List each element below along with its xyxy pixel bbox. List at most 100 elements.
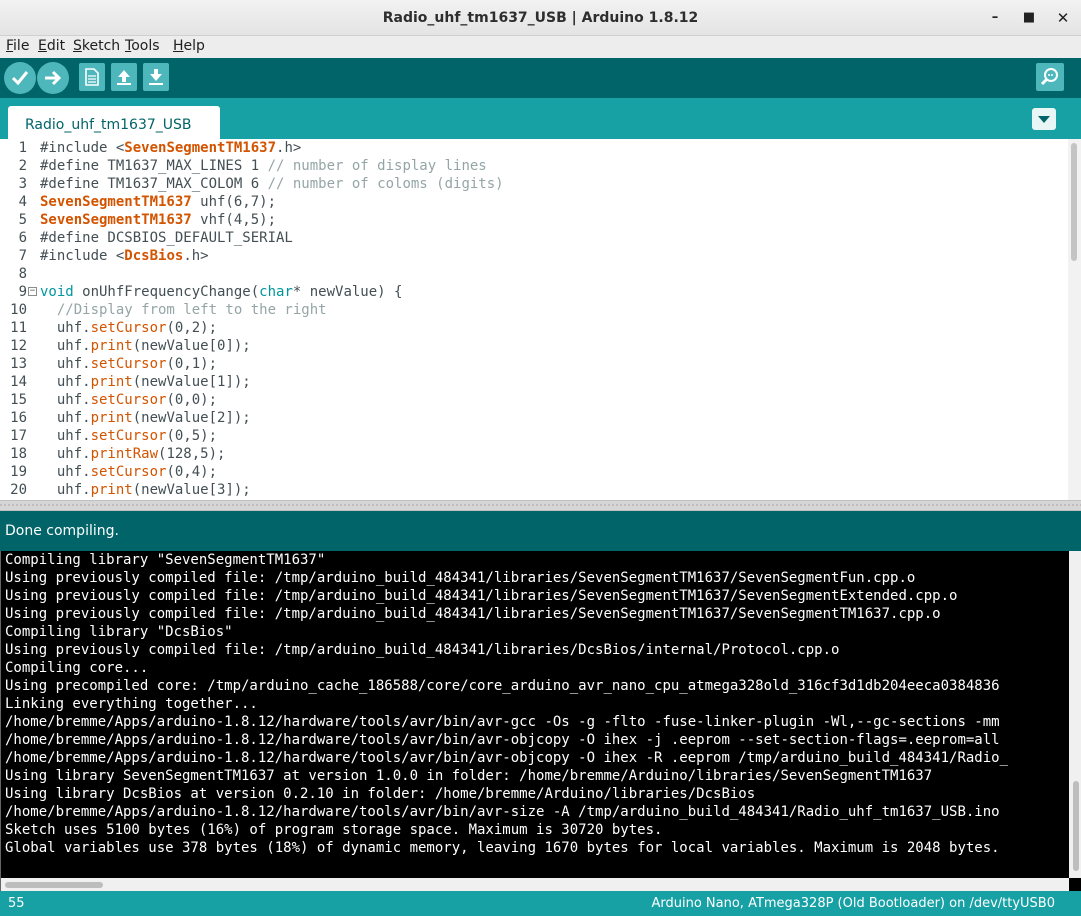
console-line: Using previously compiled file: /tmp/ard… xyxy=(5,606,941,622)
menu-help[interactable]: Help xyxy=(173,38,205,54)
menu-tools[interactable]: Tools xyxy=(125,38,160,54)
console-line: Compiling library "DcsBios" xyxy=(5,624,233,640)
console-line: Linking everything together... xyxy=(5,696,258,712)
console-line: Compiling core... xyxy=(5,660,149,676)
console-line: Global variables use 378 bytes (18%) of … xyxy=(5,840,1000,856)
title-bar: Radio_uhf_tm1637_USB | Arduino 1.8.12 – … xyxy=(0,0,1081,36)
editor-console-splitter[interactable] xyxy=(0,500,1081,511)
code-line[interactable]: 6 #define DCSBIOS_DEFAULT_SERIAL xyxy=(0,229,1068,247)
line-number: 12 xyxy=(10,338,27,354)
verify-button[interactable] xyxy=(4,62,36,94)
menu-file[interactable]: File xyxy=(6,38,29,54)
code-text: uhf.print(newValue[0]); xyxy=(40,338,251,354)
code-text: //Display from left to the right xyxy=(56,302,327,318)
upload-button[interactable] xyxy=(37,62,69,94)
line-number: 10 xyxy=(10,302,27,318)
code-text: #define DCSBIOS_DEFAULT_SERIAL xyxy=(40,230,293,246)
splitter-grip xyxy=(0,504,1081,506)
code-line[interactable]: 14 uhf.print(newValue[1]); xyxy=(0,373,1068,391)
line-number: 14 xyxy=(10,374,27,390)
line-number: 15 xyxy=(10,392,27,408)
serial-monitor-icon xyxy=(1040,68,1058,86)
new-sketch-icon xyxy=(85,68,99,86)
code-text: void onUhfFrequencyChange(char* newValue… xyxy=(40,284,403,300)
line-number: 5 xyxy=(18,212,27,228)
tab-radio-uhf-tm1637-usb[interactable]: Radio_uhf_tm1637_USB xyxy=(8,106,220,139)
tab-menu-dropdown-icon[interactable] xyxy=(1032,108,1056,130)
code-line[interactable]: 18 uhf.printRaw(128,5); xyxy=(0,445,1068,463)
line-number: 11 xyxy=(10,320,27,336)
code-line[interactable]: 19 uhf.setCursor(0,4); xyxy=(0,463,1068,481)
line-number: 1 xyxy=(18,140,27,156)
open-button[interactable] xyxy=(111,63,137,91)
code-line[interactable]: 20 uhf.print(newValue[3]); xyxy=(0,481,1068,499)
console-line: Using library SevenSegmentTM1637 at vers… xyxy=(5,768,933,784)
code-line[interactable]: 4 SevenSegmentTM1637 uhf(6,7); xyxy=(0,193,1068,211)
console-vertical-scrollbar[interactable] xyxy=(1069,551,1081,878)
code-editor[interactable]: 1 #include <SevenSegmentTM1637.h> 2 #define… xyxy=(0,139,1081,500)
status-message: Done compiling. xyxy=(5,523,119,539)
upload-icon xyxy=(45,70,62,86)
code-line[interactable]: 2 #define TM1637_MAX_LINES 1 // number of… xyxy=(0,157,1068,175)
console-line: Using precompiled core: /tmp/arduino_cac… xyxy=(5,678,1000,694)
code-line[interactable]: 11 uhf.setCursor(0,2); xyxy=(0,319,1068,337)
menu-sketch[interactable]: Sketch xyxy=(73,38,120,54)
code-text: uhf.setCursor(0,1); xyxy=(40,356,218,372)
code-line[interactable]: 16 uhf.print(newValue[2]); xyxy=(0,409,1068,427)
code-line[interactable]: 13 uhf.setCursor(0,1); xyxy=(0,355,1068,373)
code-line[interactable]: 3 #define TM1637_MAX_COLOM 6 // number of… xyxy=(0,175,1068,193)
line-number: 18 xyxy=(10,446,27,462)
code-line[interactable]: 9− void onUhfFrequencyChange(char* newVal… xyxy=(0,283,1068,301)
code-text: uhf.setCursor(0,5); xyxy=(40,428,218,444)
code-text: SevenSegmentTM1637 uhf(6,7); xyxy=(40,194,277,210)
code-line[interactable]: 7 #include <DcsBios.h> xyxy=(0,247,1068,265)
code-line[interactable]: 12 uhf.print(newValue[0]); xyxy=(0,337,1068,355)
console-hscroll-thumb[interactable] xyxy=(5,882,103,888)
line-number: 17 xyxy=(10,428,27,444)
code-text: uhf.setCursor(0,2); xyxy=(40,320,218,336)
line-number: 16 xyxy=(10,410,27,426)
new-sketch-button[interactable] xyxy=(79,63,105,91)
serial-monitor-button[interactable] xyxy=(1036,63,1064,91)
code-text: uhf.print(newValue[3]); xyxy=(40,482,251,498)
code-text: SevenSegmentTM1637 vhf(4,5); xyxy=(40,212,277,228)
maximize-button[interactable]: ■ xyxy=(1016,6,1042,30)
toolbar xyxy=(0,58,1081,98)
board-port-info: Arduino Nano, ATmega328P (Old Bootloader… xyxy=(651,896,1055,911)
minimize-button[interactable]: – xyxy=(982,6,1008,30)
line-number: 7 xyxy=(18,248,27,264)
code-line[interactable]: 1 #include <SevenSegmentTM1637.h> xyxy=(0,139,1068,157)
verify-icon xyxy=(11,71,29,86)
line-number: 20 xyxy=(10,482,27,498)
console-line: Compiling library "SevenSegmentTM1637" xyxy=(5,552,326,568)
save-button[interactable] xyxy=(143,63,169,91)
code-line[interactable]: 5 SevenSegmentTM1637 vhf(4,5); xyxy=(0,211,1068,229)
code-text: uhf.setCursor(0,0); xyxy=(40,392,218,408)
fold-toggle-icon[interactable]: − xyxy=(28,287,37,296)
tab-strip: Radio_uhf_tm1637_USB xyxy=(0,98,1081,139)
code-line[interactable]: 17 uhf.setCursor(0,5); xyxy=(0,427,1068,445)
console-line: /home/bremme/Apps/arduino-1.8.12/hardwar… xyxy=(5,804,1000,820)
code-line[interactable]: 10 //Display from left to the right xyxy=(0,301,1068,319)
line-number: 2 xyxy=(18,158,27,174)
console-line: Sketch uses 5100 bytes (16%) of program … xyxy=(5,822,663,838)
code-line[interactable]: 8 xyxy=(0,265,1068,283)
console-vscroll-thumb[interactable] xyxy=(1073,781,1079,871)
menu-edit[interactable]: Edit xyxy=(38,38,65,54)
console-line: /home/bremme/Apps/arduino-1.8.12/hardwar… xyxy=(5,750,1009,766)
code-text: uhf.setCursor(0,4); xyxy=(40,464,218,480)
editor-scroll-thumb[interactable] xyxy=(1071,143,1077,261)
code-text: #include <DcsBios.h> xyxy=(40,248,209,264)
console-line: Using previously compiled file: /tmp/ard… xyxy=(5,570,916,586)
code-text: #define TM1637_MAX_COLOM 6 // number of … xyxy=(40,176,504,192)
line-number: 4 xyxy=(18,194,27,210)
cursor-line-number: 55 xyxy=(8,896,25,911)
console-output[interactable]: Compiling library "SevenSegmentTM1637" Us… xyxy=(0,551,1081,891)
code-text: uhf.print(newValue[2]); xyxy=(40,410,251,426)
editor-vertical-scrollbar[interactable] xyxy=(1068,139,1081,500)
console-horizontal-scrollbar[interactable] xyxy=(1,878,1069,891)
console-line: Using previously compiled file: /tmp/ard… xyxy=(5,642,840,658)
code-line[interactable]: 15 uhf.setCursor(0,0); xyxy=(0,391,1068,409)
close-button[interactable]: ✕ xyxy=(1050,6,1076,30)
code-text: #include <SevenSegmentTM1637.h> xyxy=(40,140,302,156)
